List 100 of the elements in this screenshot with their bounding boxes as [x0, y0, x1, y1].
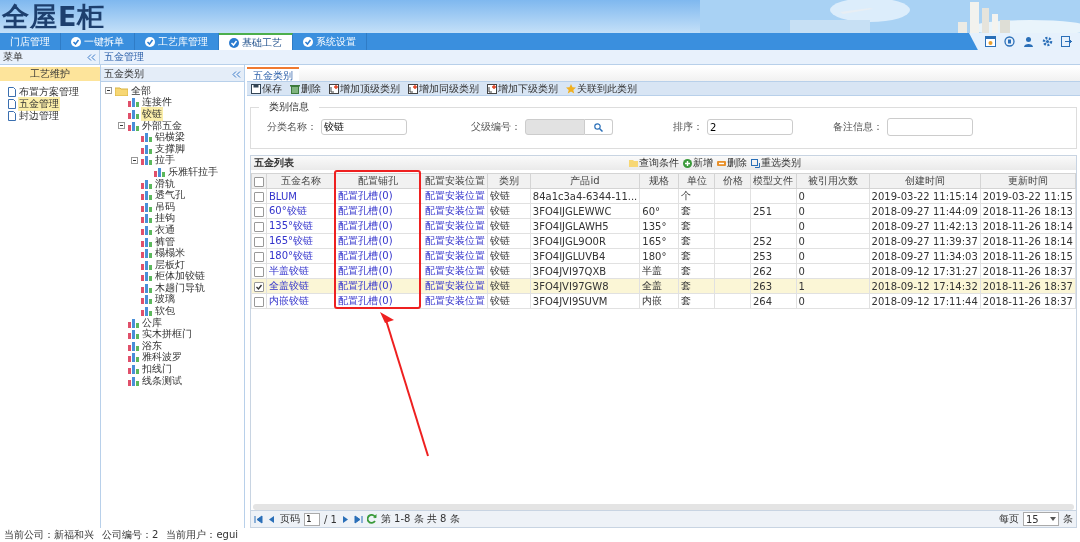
bar-chart-icon [141, 282, 152, 293]
collapse-toggle-icon[interactable] [131, 156, 139, 164]
row-checkbox[interactable] [254, 221, 264, 232]
bar-chart-icon [141, 294, 152, 305]
search-button[interactable] [585, 119, 613, 135]
column-header[interactable]: 创建时间 [869, 173, 981, 189]
fieldset-legend: 类别信息 [259, 100, 319, 114]
tree-item[interactable]: 滑轨 [154, 176, 176, 191]
scrollbar[interactable] [253, 504, 1074, 510]
text-field[interactable]: 铰链 [321, 119, 407, 135]
previous-page-button[interactable] [267, 514, 276, 524]
menu-item[interactable]: 布置方案管理 [18, 85, 80, 99]
menu-title: 菜单 [3, 50, 23, 64]
row-checkbox[interactable] [254, 296, 264, 307]
page-field[interactable]: 1 [304, 512, 320, 526]
list-action-button[interactable]: 查询条件 [629, 156, 679, 170]
toolbar-button[interactable]: 关联到此类别 [564, 81, 639, 96]
table-cell: 2018-09-12 17:31:27 [871, 265, 978, 277]
table-cell: 2018-11-26 18:37 [982, 280, 1073, 292]
row-checkbox[interactable] [254, 281, 264, 292]
folder-icon [115, 85, 128, 96]
tree-item[interactable]: 连接件 [141, 95, 173, 110]
column-header[interactable]: 类别 [487, 173, 531, 189]
toolbar-button[interactable]: 增加同级类别 [406, 81, 481, 96]
menu-item[interactable]: 五金管理 [18, 97, 60, 111]
column-header[interactable]: 单位 [678, 173, 715, 189]
toolbar-button[interactable]: 增加顶级类别 [327, 81, 402, 96]
column-header[interactable]: 被引用次数 [796, 173, 870, 189]
refresh-button[interactable] [366, 514, 377, 524]
collapse-toggle-icon[interactable] [118, 122, 126, 130]
row-checkbox[interactable] [254, 266, 264, 277]
column-header[interactable]: 五金名称 [266, 173, 336, 189]
row-checkbox[interactable] [254, 236, 264, 247]
collapse-toggle-icon[interactable] [105, 87, 113, 95]
menu-item[interactable]: 封边管理 [18, 109, 60, 123]
row-checkbox[interactable] [254, 206, 264, 217]
bar-chart-icon [141, 271, 152, 282]
table-cell: 铰链 [490, 205, 511, 216]
collapse-icon[interactable] [87, 53, 96, 61]
column-header[interactable]: 模型文件 [750, 173, 797, 189]
table-cell: 铰链 [490, 295, 511, 306]
section-header[interactable]: 工艺维护 [0, 67, 100, 81]
breadcrumb: 五金管理 [103, 50, 144, 64]
table-cell: 3FO4IJGLUVB4 [532, 250, 606, 262]
toolbar-button[interactable]: 删除 [288, 81, 323, 96]
table-cell: 2018-11-26 18:14 [982, 220, 1073, 232]
table-cell: 2018-11-26 18:13 [982, 205, 1073, 217]
collapse-icon[interactable] [232, 70, 241, 78]
list-action-button[interactable]: 重选类别 [751, 156, 801, 170]
table-cell: 165° [642, 235, 667, 247]
first-page-button[interactable] [254, 514, 263, 524]
tree-item[interactable]: 裤管 [154, 234, 176, 249]
panel-title: 五金列表 [254, 156, 294, 170]
content-tab[interactable]: 五金类别 [247, 67, 299, 81]
row-checkbox[interactable] [254, 191, 264, 202]
table-cell: 个 [680, 190, 691, 201]
tree-item[interactable]: 全部 [130, 83, 152, 98]
user-icon[interactable] [1023, 36, 1034, 47]
bar-chart-icon [128, 329, 139, 340]
per-page-select[interactable]: 15 [1023, 512, 1059, 526]
table-cell: 84a1c3a4-6344-11... [532, 190, 638, 202]
next-page-button[interactable] [340, 514, 350, 524]
field-label: 备注信息： [833, 120, 883, 134]
list-action-button[interactable]: 删除 [717, 156, 747, 170]
table-cell: 半盖 [642, 265, 663, 276]
record-summary: 第 1-8 条 共 8 条 [380, 512, 460, 526]
table-cell: 2018-11-26 18:37 [982, 265, 1073, 277]
notes-field[interactable] [887, 118, 973, 136]
tree-item[interactable]: 衣通 [154, 222, 176, 237]
column-header[interactable]: 配置安装位置 [419, 173, 488, 189]
row-checkbox[interactable] [254, 251, 264, 262]
caret-icon [1050, 517, 1056, 521]
tree-item[interactable]: 雅科波罗 [141, 350, 183, 365]
settings-icon[interactable] [1042, 36, 1053, 47]
list-action-button[interactable]: 新增 [683, 156, 713, 170]
nav-tab[interactable]: 基础工艺 [219, 33, 293, 50]
toolbar-button[interactable]: 保存 [249, 81, 284, 96]
select-all-checkbox[interactable] [254, 176, 264, 187]
table-cell: 2019-03-22 11:15:14 [871, 190, 978, 202]
table-cell: 铰链 [490, 280, 511, 291]
tree-item[interactable]: 玻璃 [154, 292, 176, 307]
toolbar-button[interactable]: 增加下级类别 [485, 81, 560, 96]
tree-item[interactable]: 铰链 [141, 107, 163, 121]
tree-item[interactable]: 外部五金 [141, 118, 183, 133]
column-header[interactable]: 价格 [714, 173, 751, 189]
logout-icon[interactable] [1061, 36, 1072, 47]
column-header[interactable]: 产品id [530, 173, 640, 189]
column-header[interactable]: 配置铺孔 [335, 173, 420, 189]
panel-title: 五金类别 [104, 67, 144, 81]
table-cell: 3FO4JVI97QXB [532, 265, 607, 277]
column-header[interactable]: 规格 [639, 173, 679, 189]
table-cell: 253 [752, 250, 773, 262]
table-cell: 2018-11-26 18:37 [982, 295, 1073, 307]
window-icon[interactable] [985, 36, 996, 47]
table-cell: 2018-09-27 11:44:09 [871, 205, 978, 217]
column-header[interactable]: 更新时间 [980, 173, 1076, 189]
bar-chart-icon [141, 248, 152, 259]
text-field[interactable]: 2 [707, 119, 793, 135]
last-page-button[interactable] [353, 514, 363, 524]
table-cell: 135° [642, 220, 667, 232]
